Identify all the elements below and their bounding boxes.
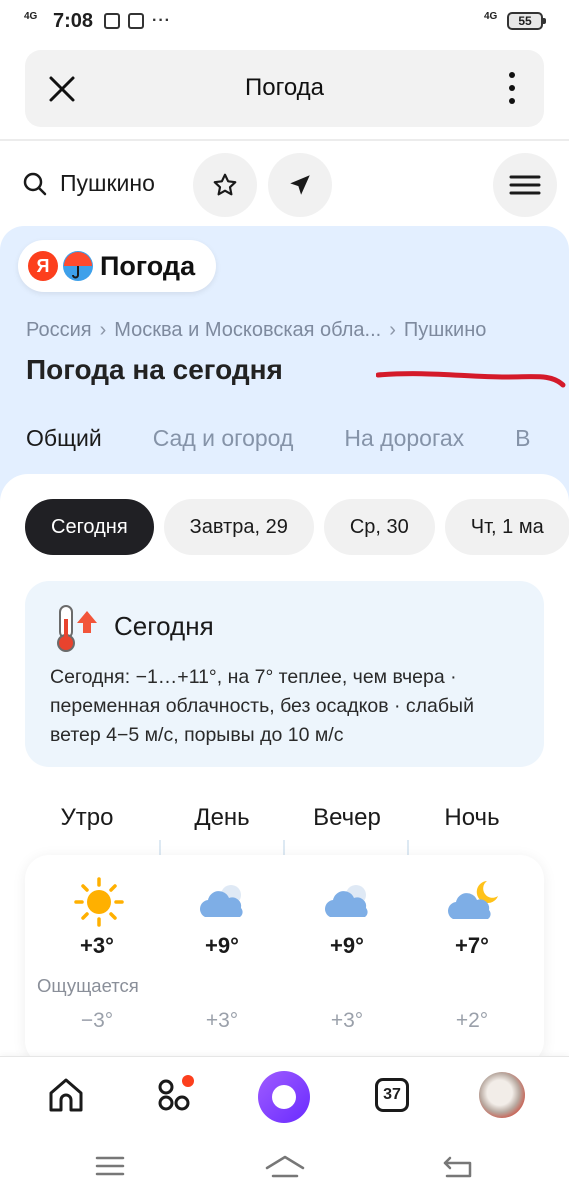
summary-text: Сегодня: −1…+11°, на 7° теплее, чем вчер…	[50, 666, 474, 746]
part-feels-like: +2°	[455, 1009, 489, 1032]
browser-title-bar: Погода	[25, 50, 544, 127]
day-selector: Сегодня Завтра, 29 Ср, 30 Чт, 1 ма	[25, 499, 569, 555]
part-evening: +9° +3°	[285, 855, 409, 1064]
part-evening-label: Вечер	[313, 804, 381, 831]
network-indicator-right: 4G	[484, 11, 498, 22]
summary-title: Сегодня	[114, 611, 214, 641]
part-feels-like: −3°	[80, 1009, 114, 1032]
day-parts-card[interactable]: +3° Ощущается −3° +9° +3° +9° +3° +7° +2…	[25, 855, 544, 1064]
cloud-icon	[325, 885, 368, 917]
cloud-icon	[200, 885, 243, 917]
tab-roads[interactable]: На дорогах	[344, 425, 464, 452]
moon-cloud-icon	[448, 881, 498, 919]
alice-icon	[272, 1085, 296, 1109]
city-name: Пушкино	[60, 170, 155, 196]
category-tabs: Общий Сад и огород На дорогах В	[26, 425, 569, 452]
tab-general[interactable]: Общий	[26, 425, 102, 452]
sun-icon	[74, 877, 124, 927]
day-parts-header: Утро День Вечер Ночь	[25, 804, 544, 860]
part-night: +7° +2°	[410, 855, 534, 1064]
red-annotation-line	[376, 371, 566, 388]
profile-button[interactable]	[478, 1071, 526, 1119]
part-feels-like: +3°	[205, 1009, 239, 1032]
day-today[interactable]: Сегодня	[25, 499, 154, 555]
dot-icon	[509, 72, 515, 78]
divider	[0, 139, 569, 141]
services-grid-icon	[158, 1075, 194, 1111]
day-thu[interactable]: Чт, 1 ма	[444, 499, 569, 555]
tab-more[interactable]: В	[515, 425, 530, 452]
recent-apps-icon	[95, 1156, 125, 1176]
logo-text: Погода	[100, 250, 196, 281]
tab-garden[interactable]: Сад и огород	[153, 425, 294, 452]
search-row: Пушкино	[0, 150, 569, 220]
open-tabs-button[interactable]: 37	[368, 1071, 416, 1119]
part-morning-label: Утро	[60, 804, 114, 831]
location-arrow-icon	[290, 175, 310, 195]
part-temperature: +7°	[455, 933, 489, 958]
back-button[interactable]	[442, 1154, 474, 1185]
system-home-button[interactable]	[264, 1154, 306, 1185]
thermometer-up-icon	[57, 605, 97, 652]
dot-icon	[509, 85, 515, 91]
back-icon	[443, 1156, 472, 1178]
part-day-label: День	[194, 804, 250, 831]
umbrella-icon	[63, 251, 93, 281]
part-day: +9° +3°	[160, 855, 284, 1064]
content-panel: Сегодня Завтра, 29 Ср, 30 Чт, 1 ма Сегод…	[0, 474, 569, 1064]
breadcrumb: Россия › Москва и Московская обла... › П…	[26, 319, 486, 342]
status-bar: 4G 7:08 ··· 4G 55	[0, 0, 569, 44]
location-button[interactable]	[268, 153, 332, 217]
avatar	[479, 1072, 525, 1118]
notification-icons: ···	[104, 12, 171, 30]
part-temperature: +9°	[205, 933, 239, 958]
services-button[interactable]	[152, 1071, 200, 1119]
home-icon	[49, 1078, 83, 1112]
notification-icon	[128, 13, 144, 29]
system-navigation-bar	[0, 1136, 569, 1200]
status-time: 7:08	[53, 10, 94, 32]
feels-like-label: Ощущается	[37, 975, 139, 996]
star-icon	[213, 173, 237, 196]
part-morning: +3° Ощущается −3°	[35, 855, 159, 1064]
dot-icon	[509, 98, 515, 104]
notification-icon	[104, 13, 120, 29]
today-summary-card: Сегодня Сегодня: −1…+11°, на 7° теплее, …	[25, 581, 544, 767]
breadcrumb-separator: ›	[389, 319, 396, 341]
yandex-weather-logo[interactable]: Я Погода	[18, 240, 216, 292]
alice-assistant-button[interactable]	[258, 1071, 310, 1123]
breadcrumb-separator: ›	[99, 319, 107, 341]
day-wed[interactable]: Ср, 30	[323, 499, 435, 555]
yandex-logo-icon: Я	[28, 251, 58, 281]
breadcrumb-region[interactable]: Москва и Московская обла...	[114, 319, 381, 342]
browser-bottom-nav: 37	[0, 1056, 569, 1136]
more-notifications-icon: ···	[152, 12, 171, 29]
page-title: Погода на сегодня	[26, 354, 283, 385]
home-button[interactable]	[42, 1071, 90, 1119]
favorite-button[interactable]	[193, 153, 257, 217]
tabs-count: 37	[375, 1078, 409, 1112]
system-home-icon	[265, 1155, 305, 1178]
part-temperature: +3°	[80, 933, 114, 958]
hamburger-menu-button[interactable]	[493, 153, 557, 217]
search-icon	[23, 172, 47, 195]
part-temperature: +9°	[330, 933, 364, 958]
day-tomorrow[interactable]: Завтра, 29	[163, 499, 314, 555]
network-indicator: 4G	[24, 11, 38, 22]
browser-title: Погода	[245, 74, 324, 101]
city-search[interactable]: Пушкино	[22, 170, 155, 197]
recent-apps-button[interactable]	[94, 1154, 126, 1183]
menu-icon	[509, 175, 541, 195]
more-menu-button[interactable]	[500, 68, 524, 108]
part-night-label: Ночь	[444, 804, 500, 831]
battery-indicator: 55	[507, 12, 546, 30]
part-feels-like: +3°	[330, 1009, 364, 1032]
breadcrumb-country[interactable]: Россия	[26, 319, 92, 342]
breadcrumb-city[interactable]: Пушкино	[404, 319, 487, 342]
